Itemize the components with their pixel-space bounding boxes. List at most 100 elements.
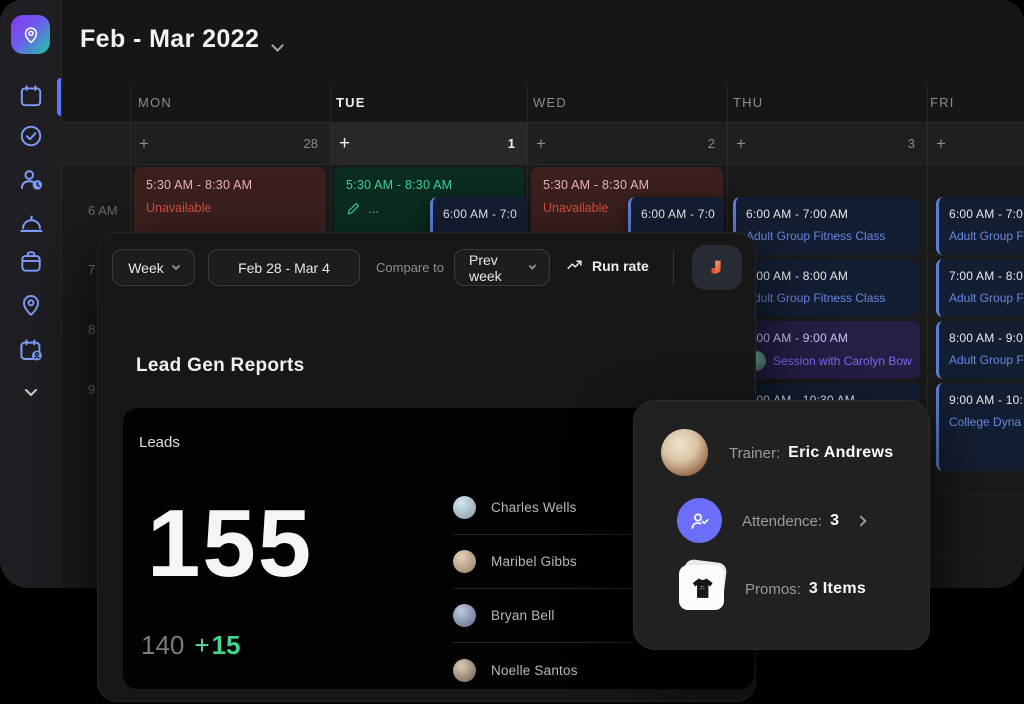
service-bell-icon xyxy=(18,209,45,236)
package-icon xyxy=(18,249,44,275)
person-clock-icon xyxy=(18,166,45,193)
person-name: Bryan Bell xyxy=(491,608,555,623)
event-session-thu[interactable]: 8:00 AM - 9:00 AM Session with Carolyn B… xyxy=(733,321,920,379)
active-nav-indicator xyxy=(57,78,61,116)
sidebar xyxy=(0,0,62,588)
event-class-fri-2[interactable]: 7:00 AM - 8:0 Adult Group F xyxy=(936,259,1024,317)
chevron-down-icon xyxy=(19,380,43,404)
app-logo xyxy=(11,15,50,54)
avatar xyxy=(453,550,476,573)
sidebar-item-calendar[interactable] xyxy=(17,82,45,110)
trainer-name: Eric Andrews xyxy=(788,444,893,462)
check-circle-icon xyxy=(18,123,44,149)
event-time: 6:00 AM - 7:0 xyxy=(641,207,714,221)
event-title: Session with Carolyn Bow xyxy=(773,354,912,368)
map-pin-icon xyxy=(21,25,41,45)
pencil-icon xyxy=(346,202,360,216)
time-label: 9 xyxy=(88,382,95,397)
time-label: 7 xyxy=(88,262,95,277)
chevron-down-icon xyxy=(528,262,536,270)
event-time: 5:30 AM - 8:30 AM xyxy=(146,178,314,192)
day-header-fri: FRI xyxy=(930,95,955,110)
page: Feb - Mar 2022 MON TUE WED THU FRI + 28 … xyxy=(0,0,1024,704)
add-event-button[interactable]: + xyxy=(936,134,946,154)
list-item[interactable]: Noelle Santos xyxy=(453,643,631,689)
chevron-down-icon xyxy=(172,262,180,270)
event-class-fri-4[interactable]: 9:00 AM - 10: College Dyna xyxy=(936,383,1024,471)
list-item[interactable]: Maribel Gibbs xyxy=(453,535,631,589)
run-rate-label: Run rate xyxy=(592,258,649,274)
day-header-tue: TUE xyxy=(336,95,366,110)
integration-button[interactable] xyxy=(692,245,742,290)
list-item[interactable]: Charles Wells xyxy=(453,481,631,535)
compare-to-label: Compare to xyxy=(376,260,444,275)
calendar-person-icon xyxy=(18,337,45,364)
run-rate-button[interactable]: Run rate xyxy=(566,257,649,274)
day-number: 1 xyxy=(508,136,515,151)
day-cell-thu: + 3 xyxy=(727,122,927,165)
add-event-button[interactable]: + xyxy=(339,133,350,155)
attendance-row: Attendence: 3 xyxy=(742,512,865,530)
event-time: 8:00 AM - 9:0 xyxy=(949,331,1024,345)
toolbar-divider xyxy=(673,250,674,285)
add-event-button[interactable]: + xyxy=(736,134,746,154)
event-time: 8:00 AM - 9:00 AM xyxy=(746,331,910,345)
event-title: Adult Group F xyxy=(949,353,1024,367)
attendance-label: Attendence: xyxy=(742,513,822,530)
event-time: 6:00 AM - 7:0 xyxy=(949,207,1024,221)
event-time: 5:30 AM - 8:30 AM xyxy=(543,178,711,192)
leads-delta-sign: + xyxy=(194,630,209,660)
avatar xyxy=(453,604,476,627)
day-header-wed: WED xyxy=(533,95,567,110)
panel-title: Lead Gen Reports xyxy=(136,355,304,377)
period-dropdown[interactable]: Week xyxy=(112,249,195,286)
list-item[interactable]: Bryan Bell xyxy=(453,589,631,643)
event-time: 6:00 AM - 7:0 xyxy=(443,207,517,221)
event-time: 5:30 AM - 8:30 AM xyxy=(346,178,512,192)
day-cell-wed: + 2 xyxy=(527,122,727,165)
integration-logo-icon xyxy=(706,257,728,279)
calendar-icon xyxy=(18,83,44,109)
add-event-button[interactable]: + xyxy=(139,134,149,154)
period-value: Week xyxy=(128,260,164,276)
chevron-down-icon[interactable] xyxy=(273,37,285,49)
date-range-value: Feb 28 - Mar 4 xyxy=(238,260,330,276)
event-class-fri-3[interactable]: 8:00 AM - 9:0 Adult Group F xyxy=(936,321,1024,379)
day-number: 2 xyxy=(708,136,715,151)
person-name: Noelle Santos xyxy=(491,663,578,678)
sidebar-item-services[interactable] xyxy=(17,208,45,236)
attendance-value: 3 xyxy=(830,512,839,530)
event-note: ... xyxy=(368,201,379,216)
day-number: 28 xyxy=(304,136,318,151)
promos-label: Promos: xyxy=(745,581,801,598)
day-number: 3 xyxy=(908,136,915,151)
promos-row: Promos: 3 Items xyxy=(745,580,866,598)
event-title: Adult Group Fitness Class xyxy=(746,291,910,305)
sidebar-item-more[interactable] xyxy=(17,378,45,406)
sidebar-item-tasks[interactable] xyxy=(17,122,45,150)
tshirt-icon xyxy=(685,571,719,605)
time-label: 6 AM xyxy=(88,203,118,218)
compare-value: Prev week xyxy=(469,252,521,284)
date-range-button[interactable]: Feb 28 - Mar 4 xyxy=(208,249,360,286)
sidebar-item-appointments[interactable] xyxy=(17,336,45,364)
sidebar-item-client-hours[interactable] xyxy=(17,165,45,193)
person-check-icon xyxy=(688,509,712,533)
sidebar-item-packages[interactable] xyxy=(17,248,45,276)
compare-dropdown[interactable]: Prev week xyxy=(454,249,550,286)
add-event-button[interactable]: + xyxy=(536,134,546,154)
chevron-right-icon[interactable] xyxy=(856,515,867,526)
event-time: 6:00 AM - 7:00 AM xyxy=(746,207,910,221)
event-class-thu-2[interactable]: 7:00 AM - 8:00 AM Adult Group Fitness Cl… xyxy=(733,259,920,317)
leads-label: Leads xyxy=(139,434,180,451)
day-cell-mon: + 28 xyxy=(130,122,330,165)
event-class-thu-1[interactable]: 6:00 AM - 7:00 AM Adult Group Fitness Cl… xyxy=(733,197,920,255)
leads-people-list: Charles Wells Maribel Gibbs Bryan Bell N… xyxy=(453,481,631,689)
avatar xyxy=(453,496,476,519)
event-class-fri-1[interactable]: 6:00 AM - 7:0 Adult Group F xyxy=(936,197,1024,255)
sidebar-item-locations[interactable] xyxy=(17,291,45,319)
trainer-avatar xyxy=(661,429,708,476)
trainer-label: Trainer: xyxy=(729,445,780,462)
trending-up-icon xyxy=(566,257,583,274)
avatar xyxy=(453,659,476,682)
